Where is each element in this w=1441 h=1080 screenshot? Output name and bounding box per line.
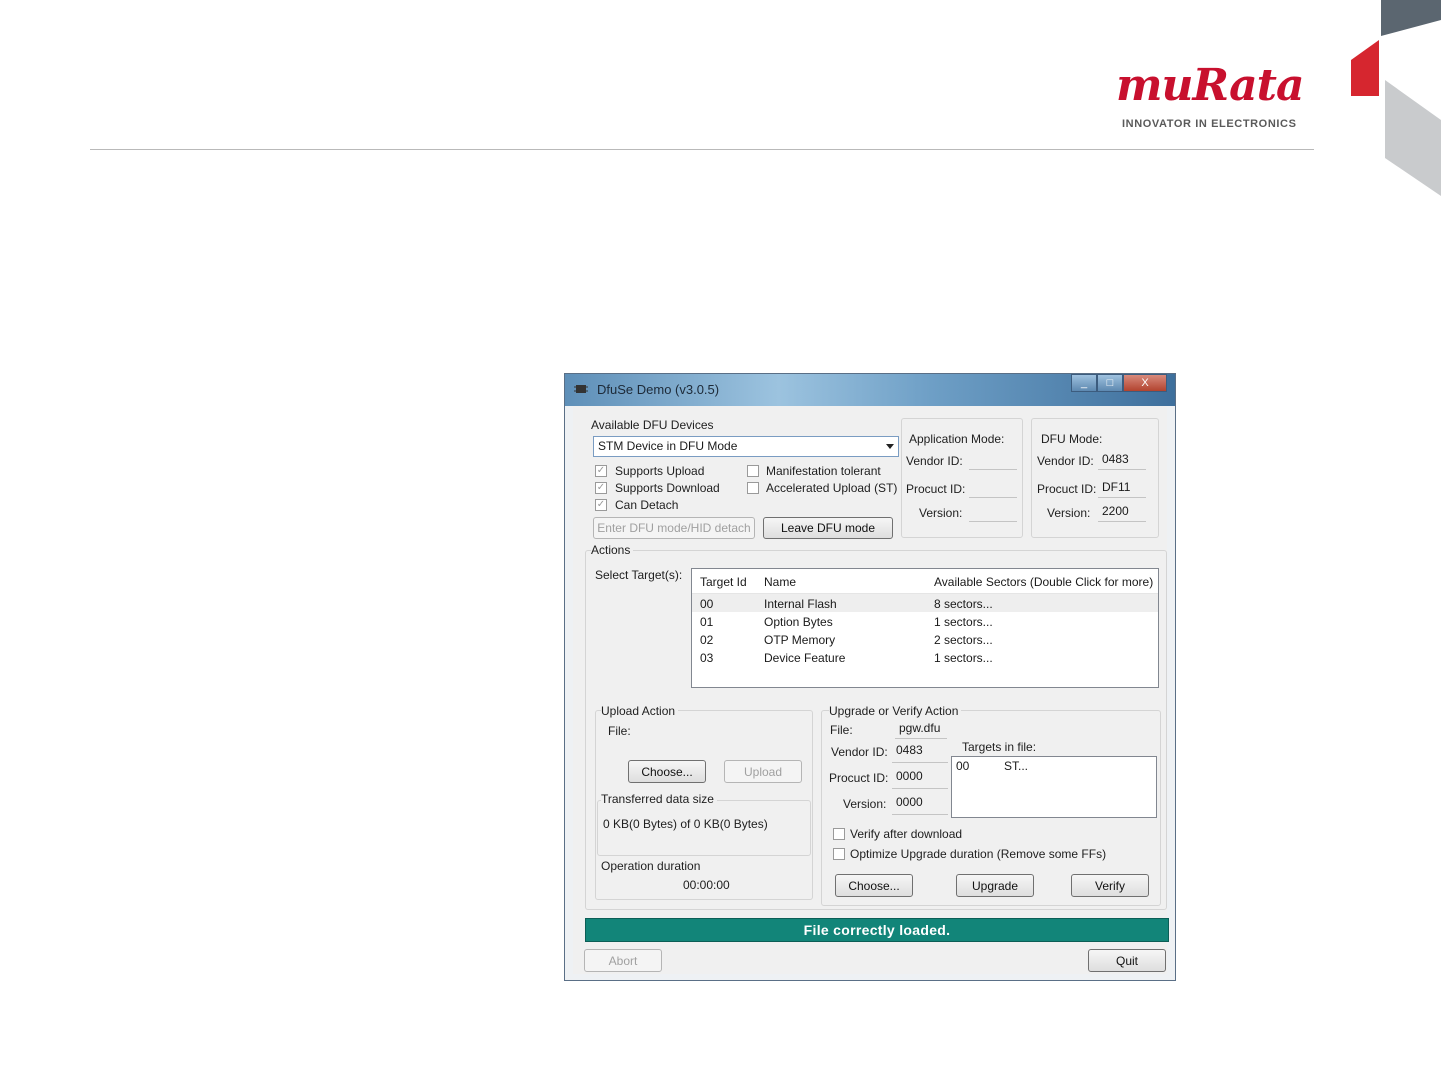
corner-decoration	[1351, 0, 1441, 196]
dfu-version-label: Version:	[1047, 506, 1091, 520]
target-name-cell: Device Feature	[764, 651, 846, 665]
dfu-mode-heading: DFU Mode:	[1041, 432, 1103, 446]
actions-heading: Actions	[591, 543, 634, 557]
optimize-upgrade-label: Optimize Upgrade duration (Remove some F…	[850, 847, 1107, 861]
dfu-product-label: Procuct ID:	[1037, 482, 1097, 496]
table-row[interactable]: 00 Internal Flash 8 sectors...	[692, 594, 1158, 612]
minimize-button[interactable]: _	[1071, 374, 1097, 392]
manifestation-tolerant-label: Manifestation tolerant	[766, 464, 881, 478]
upload-file-label: File:	[608, 724, 631, 738]
upgrade-button[interactable]: Upgrade	[956, 874, 1034, 897]
chevron-down-icon	[886, 444, 894, 449]
duration-value: 00:00:00	[683, 878, 730, 892]
device-select[interactable]: STM Device in DFU Mode	[593, 436, 899, 457]
upgrade-choose-button[interactable]: Choose...	[835, 874, 913, 897]
duration-heading: Operation duration	[601, 859, 701, 873]
file-target-id: 00	[956, 759, 970, 773]
logo-tagline: INNOVATOR IN ELECTRONICS	[1122, 118, 1297, 130]
window-title: DfuSe Demo (v3.0.5)	[597, 382, 720, 397]
target-name-cell: Option Bytes	[764, 615, 833, 629]
supports-download-label: Supports Download	[615, 481, 720, 495]
dfu-vendor-field: 0483	[1098, 452, 1146, 470]
supports-download-checkbox[interactable]: ✓	[595, 482, 607, 494]
target-sectors-cell: 2 sectors...	[934, 633, 993, 647]
verify-after-download-checkbox[interactable]	[833, 828, 845, 840]
accelerated-upload-label: Accelerated Upload (ST)	[766, 481, 898, 495]
devices-heading: Available DFU Devices	[591, 418, 714, 432]
verify-after-download-label: Verify after download	[850, 827, 963, 841]
table-row[interactable]: 01 Option Bytes 1 sectors...	[692, 612, 1158, 630]
select-targets-label: Select Target(s):	[595, 568, 683, 582]
app-version-field	[969, 504, 1017, 522]
upgrade-file-field: pgw.dfu	[895, 721, 947, 739]
accelerated-upload-checkbox[interactable]	[747, 482, 759, 494]
transferred-value: 0 KB(0 Bytes) of 0 KB(0 Bytes)	[603, 817, 768, 831]
app-product-label: Procuct ID:	[906, 482, 966, 496]
enter-dfu-button[interactable]: Enter DFU mode/HID detach	[593, 517, 755, 539]
transferred-heading: Transferred data size	[601, 792, 717, 806]
upgrade-file-label: File:	[830, 723, 853, 737]
targets-in-file-list[interactable]: 00 ST...	[951, 756, 1157, 818]
app-version-label: Version:	[919, 506, 963, 520]
target-id-cell: 03	[700, 651, 714, 665]
upload-button[interactable]: Upload	[724, 760, 802, 783]
upgrade-product-field: 0000	[892, 769, 948, 789]
upgrade-heading: Upgrade or Verify Action	[829, 704, 962, 718]
optimize-upgrade-checkbox[interactable]	[833, 848, 845, 860]
targets-list[interactable]: Target Id Name Available Sectors (Double…	[691, 568, 1159, 688]
upgrade-vendor-field: 0483	[892, 743, 948, 763]
app-product-field	[969, 480, 1017, 498]
target-sectors-cell: 1 sectors...	[934, 615, 993, 629]
close-button[interactable]: X	[1123, 374, 1167, 392]
target-id-cell: 00	[700, 597, 714, 611]
logo-wordmark: muRata	[1116, 60, 1304, 111]
upgrade-product-label: Procuct ID:	[829, 771, 889, 785]
manifestation-tolerant-checkbox[interactable]	[747, 465, 759, 477]
target-name-cell: OTP Memory	[764, 633, 836, 647]
table-row[interactable]: 03 Device Feature 1 sectors...	[692, 648, 1158, 666]
header-divider	[90, 149, 1314, 150]
status-bar: File correctly loaded.	[585, 918, 1169, 942]
target-sectors-cell: 8 sectors...	[934, 597, 993, 611]
maximize-button[interactable]: □	[1097, 374, 1123, 392]
murata-logo: muRata INNOVATOR IN ELECTRONICS	[1116, 60, 1316, 140]
dfu-vendor-label: Vendor ID:	[1037, 454, 1094, 468]
quit-button[interactable]: Quit	[1088, 949, 1166, 972]
can-detach-checkbox[interactable]: ✓	[595, 499, 607, 511]
column-name[interactable]: Name	[764, 575, 796, 589]
can-detach-label: Can Detach	[615, 498, 679, 512]
chip-icon	[574, 385, 588, 393]
dfu-product-field: DF11	[1098, 480, 1146, 498]
dfu-version-field: 2200	[1098, 504, 1146, 522]
window-client: Available DFU Devices STM Device in DFU …	[573, 406, 1169, 974]
app-vendor-field	[969, 452, 1017, 470]
upgrade-version-field: 0000	[892, 795, 948, 815]
device-select-value: STM Device in DFU Mode	[598, 439, 738, 453]
verify-button[interactable]: Verify	[1071, 874, 1149, 897]
target-id-cell: 01	[700, 615, 714, 629]
supports-upload-checkbox[interactable]: ✓	[595, 465, 607, 477]
upload-choose-button[interactable]: Choose...	[628, 760, 706, 783]
upgrade-version-label: Version:	[843, 797, 887, 811]
target-name-cell: Internal Flash	[764, 597, 837, 611]
file-target-name: ST...	[1004, 759, 1029, 773]
upgrade-vendor-label: Vendor ID:	[831, 745, 888, 759]
table-row[interactable]: 02 OTP Memory 2 sectors...	[692, 630, 1158, 648]
app-vendor-label: Vendor ID:	[906, 454, 963, 468]
target-id-cell: 02	[700, 633, 714, 647]
supports-upload-label: Supports Upload	[615, 464, 705, 478]
abort-button[interactable]: Abort	[584, 949, 662, 972]
target-sectors-cell: 1 sectors...	[934, 651, 993, 665]
targets-in-file-label: Targets in file:	[962, 740, 1037, 754]
dfuse-window: DfuSe Demo (v3.0.5) _ □ X Available DFU …	[564, 373, 1176, 981]
upload-heading: Upload Action	[601, 704, 679, 718]
column-target-id[interactable]: Target Id	[700, 575, 747, 589]
targets-list-header: Target Id Name Available Sectors (Double…	[692, 569, 1158, 594]
application-mode-heading: Application Mode:	[909, 432, 1005, 446]
leave-dfu-button[interactable]: Leave DFU mode	[763, 517, 893, 539]
column-sectors[interactable]: Available Sectors (Double Click for more…	[934, 575, 1153, 589]
title-bar[interactable]: DfuSe Demo (v3.0.5) _ □ X	[565, 374, 1175, 406]
